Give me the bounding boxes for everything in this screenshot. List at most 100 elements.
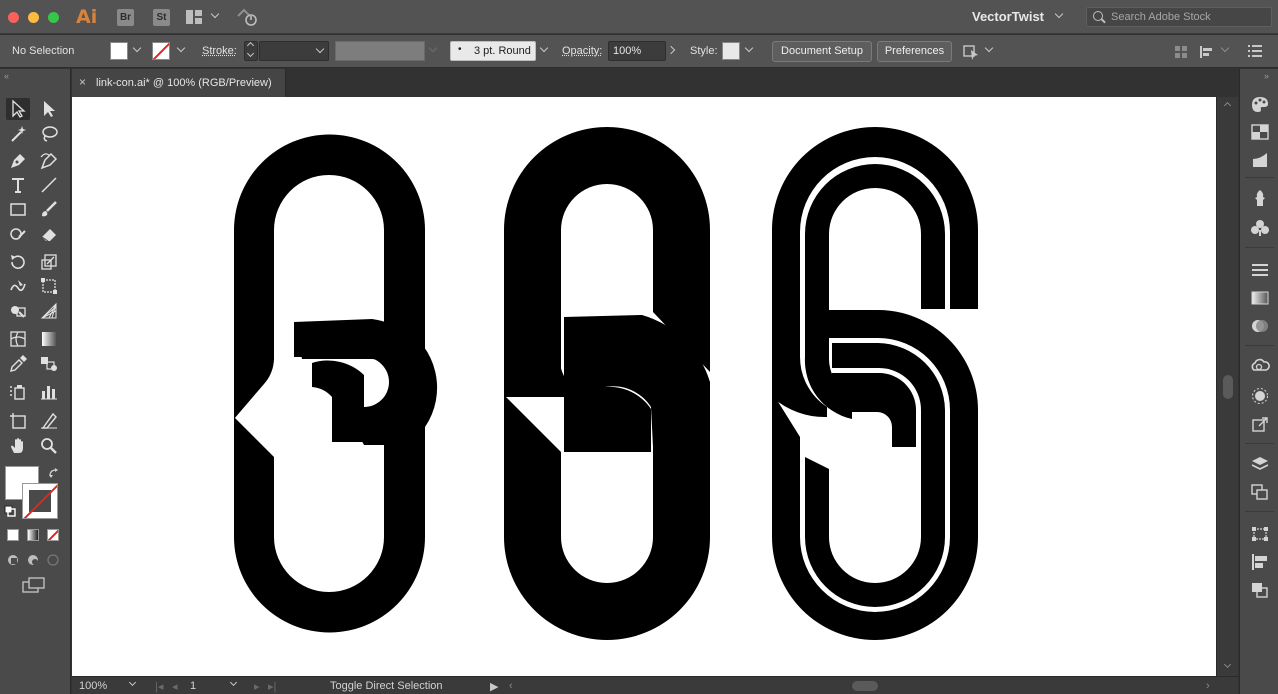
graphic-style-swatch[interactable] xyxy=(722,42,740,60)
brushes-icon[interactable] xyxy=(1250,151,1270,169)
artboard-canvas[interactable] xyxy=(72,97,1216,676)
rectangle-tool[interactable] xyxy=(6,198,30,220)
chevron-right-icon[interactable] xyxy=(666,45,676,55)
expand-panels-icon[interactable]: ›› xyxy=(1264,71,1269,81)
chevron-down-icon[interactable] xyxy=(744,43,754,53)
eraser-tool[interactable] xyxy=(37,223,61,245)
fill-swatch[interactable] xyxy=(110,42,128,60)
transform-panel-icon[interactable] xyxy=(1250,525,1270,543)
panel-menu-icon[interactable] xyxy=(1248,45,1262,57)
next-artboard-button[interactable]: ▸ xyxy=(254,680,260,693)
stroke-weight-field[interactable] xyxy=(259,41,329,61)
close-tab-icon[interactable]: × xyxy=(79,75,86,89)
artboards-icon[interactable] xyxy=(1250,483,1270,501)
stroke-color-box[interactable] xyxy=(22,483,58,519)
blend-tool[interactable] xyxy=(37,353,61,375)
chevron-down-icon[interactable] xyxy=(210,9,220,19)
align-objects-icon[interactable] xyxy=(1174,45,1188,59)
variable-width-profile[interactable] xyxy=(335,41,425,61)
symbol-sprayer-tool[interactable] xyxy=(6,381,30,403)
stroke-swatch[interactable] xyxy=(152,42,170,60)
swatches-icon[interactable] xyxy=(1250,123,1270,141)
type-tool[interactable] xyxy=(6,174,30,196)
chevron-down-icon[interactable] xyxy=(1054,9,1064,19)
magic-wand-tool[interactable] xyxy=(6,123,30,145)
swap-fill-stroke-icon[interactable] xyxy=(48,467,60,479)
scroll-thumb[interactable] xyxy=(1223,375,1233,399)
stroke-weight-stepper[interactable] xyxy=(244,41,258,61)
preferences-button[interactable]: Preferences xyxy=(877,41,952,62)
last-artboard-button[interactable]: ▸| xyxy=(268,680,276,693)
close-window-button[interactable] xyxy=(8,12,19,23)
symbols-icon[interactable] xyxy=(1250,189,1270,207)
lasso-tool[interactable] xyxy=(37,123,61,145)
graphic-styles-icon[interactable] xyxy=(1250,219,1270,237)
zoom-level-field[interactable]: 100% xyxy=(79,680,107,692)
chevron-down-icon[interactable] xyxy=(539,43,549,53)
appearance-icon[interactable] xyxy=(1250,387,1270,405)
perspective-grid-tool[interactable] xyxy=(37,300,61,322)
warp-tool[interactable] xyxy=(6,275,30,297)
scale-tool[interactable] xyxy=(37,251,61,273)
column-graph-tool[interactable] xyxy=(37,381,61,403)
scroll-right-icon[interactable]: › xyxy=(1206,680,1210,692)
pathfinder-icon[interactable] xyxy=(1250,581,1270,599)
previous-artboard-button[interactable]: ◂ xyxy=(172,680,178,693)
artboard-number-field[interactable]: 1 xyxy=(190,680,196,692)
gradient-panel-icon[interactable] xyxy=(1250,289,1270,307)
minimize-window-button[interactable] xyxy=(28,12,39,23)
rotate-tool[interactable] xyxy=(6,251,30,273)
chain-link-artwork[interactable] xyxy=(72,97,1216,676)
shaper-tool[interactable] xyxy=(6,223,30,245)
gpu-performance-icon[interactable] xyxy=(236,8,258,26)
align-icon[interactable] xyxy=(1250,553,1270,571)
color-mode-button[interactable] xyxy=(7,529,19,541)
collapse-panel-icon[interactable]: ‹‹ xyxy=(4,71,9,81)
none-mode-button[interactable] xyxy=(47,529,59,541)
cc-libraries-icon[interactable] xyxy=(1250,358,1270,376)
select-similar-icon[interactable] xyxy=(962,43,980,61)
pen-tool[interactable] xyxy=(6,150,30,172)
bridge-button[interactable]: Br xyxy=(117,9,134,26)
layers-icon[interactable] xyxy=(1250,455,1270,473)
opacity-field[interactable]: 100% xyxy=(608,41,666,61)
chevron-down-icon[interactable] xyxy=(176,43,186,53)
stroke-icon[interactable] xyxy=(1250,261,1270,279)
eyedropper-tool[interactable] xyxy=(6,353,30,375)
draw-mode-icons[interactable] xyxy=(6,553,62,567)
document-tab[interactable]: × link-con.ai* @ 100% (RGB/Preview) xyxy=(72,69,286,97)
shape-builder-tool[interactable] xyxy=(6,300,30,322)
scroll-up-icon[interactable] xyxy=(1223,101,1232,110)
transform-icon[interactable] xyxy=(1198,44,1214,60)
artboard-tool[interactable] xyxy=(6,410,30,432)
gradient-mode-button[interactable] xyxy=(27,529,39,541)
status-menu-arrow-icon[interactable]: ▶ xyxy=(490,680,498,693)
chevron-down-icon[interactable] xyxy=(128,678,137,687)
zoom-window-button[interactable] xyxy=(48,12,59,23)
stroke-label[interactable]: Stroke: xyxy=(202,45,237,57)
arrange-documents-icon[interactable] xyxy=(186,10,202,24)
line-segment-tool[interactable] xyxy=(37,174,61,196)
chevron-down-icon[interactable] xyxy=(229,678,238,687)
document-setup-button[interactable]: Document Setup xyxy=(772,41,872,62)
workspace-switcher[interactable]: VectorTwist xyxy=(972,9,1044,24)
chevron-down-icon[interactable] xyxy=(1220,43,1230,53)
direct-selection-tool[interactable] xyxy=(37,98,61,120)
stock-button[interactable]: St xyxy=(153,9,170,26)
scroll-down-icon[interactable] xyxy=(1223,660,1232,669)
brush-definition-field[interactable]: • 3 pt. Round xyxy=(450,41,536,61)
screen-mode-icon[interactable] xyxy=(22,577,46,593)
mesh-tool[interactable] xyxy=(6,328,30,350)
first-artboard-button[interactable]: |◂ xyxy=(155,680,163,693)
color-guide-icon[interactable] xyxy=(1250,95,1270,113)
hand-tool[interactable] xyxy=(6,435,30,457)
asset-export-icon[interactable] xyxy=(1250,415,1270,433)
paintbrush-tool[interactable] xyxy=(37,198,61,220)
default-fill-stroke-icon[interactable] xyxy=(4,505,16,517)
vertical-scrollbar[interactable] xyxy=(1216,97,1238,676)
selection-tool[interactable] xyxy=(6,98,30,120)
scroll-left-icon[interactable]: ‹ xyxy=(509,680,513,692)
slice-tool[interactable] xyxy=(37,410,61,432)
chevron-down-icon[interactable] xyxy=(984,43,994,53)
chevron-down-icon[interactable] xyxy=(132,43,142,53)
